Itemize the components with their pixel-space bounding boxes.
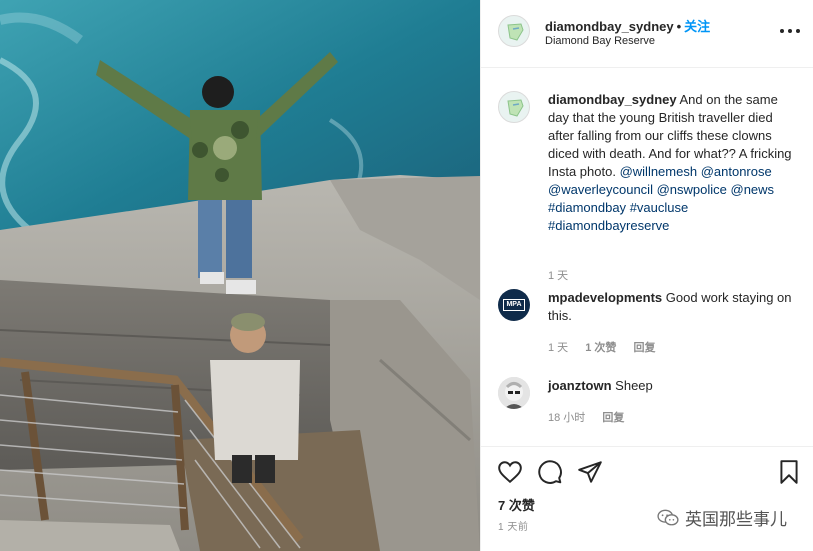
follow-button[interactable]: 关注	[684, 19, 710, 34]
reply-button[interactable]: 回复	[602, 412, 624, 424]
more-dot	[796, 29, 800, 33]
mention-link[interactable]: @news	[731, 182, 775, 197]
comment-time[interactable]: 1 天	[548, 342, 568, 354]
watermark-text: 英国那些事儿	[685, 510, 787, 529]
header-username-row: diamondbay_sydney • 关注	[545, 16, 710, 35]
cliff-photo-image	[0, 0, 480, 551]
likes-count[interactable]: 7 次赞	[498, 495, 535, 514]
paper-plane-icon-svg	[578, 461, 602, 483]
bookmark-icon-svg	[780, 460, 798, 484]
post-actions: 7 次赞 1 天前	[481, 446, 813, 551]
reply-button[interactable]: 回复	[634, 342, 656, 354]
caption-text: diamondbay_sydney And on the same day th…	[548, 91, 798, 235]
diamond-bay-logo-icon	[507, 23, 524, 41]
diamond-bay-logo-icon	[507, 99, 524, 117]
comment-likes[interactable]: 1 次赞	[585, 342, 616, 354]
post-header: diamondbay_sydney • 关注 Diamond Bay Reserve	[481, 0, 813, 68]
comment-icon-svg	[538, 460, 562, 484]
wechat-icon	[657, 509, 679, 525]
header-username[interactable]: diamondbay_sydney	[545, 19, 674, 34]
more-dot	[780, 29, 784, 33]
comment-icon[interactable]	[537, 459, 563, 485]
hashtag-link[interactable]: #diamondbayreserve	[548, 218, 669, 233]
caption-meta: 1 天	[548, 267, 582, 283]
mention-link[interactable]: @nswpolice	[657, 182, 727, 197]
user-photo-icon	[498, 377, 530, 409]
paper-plane-icon[interactable]	[577, 459, 603, 485]
post-time-ago: 1 天前	[498, 522, 529, 533]
more-dots-icon[interactable]	[780, 22, 800, 40]
comments-list: diamondbay_sydney And on the same day th…	[481, 68, 813, 446]
mention-link[interactable]: @willnemesh	[620, 164, 698, 179]
more-dot	[788, 29, 792, 33]
watermark: 英国那些事儿	[657, 505, 787, 530]
comment-username[interactable]: mpadevelopments	[548, 290, 662, 305]
bookmark-icon[interactable]	[776, 459, 802, 485]
hashtag-link[interactable]: #diamondbay	[548, 200, 626, 215]
heart-icon-svg	[498, 461, 522, 484]
profile-avatar[interactable]	[498, 15, 530, 47]
comment-body: Sheep	[615, 378, 653, 393]
hashtag-link[interactable]: #vaucluse	[630, 200, 689, 215]
header-separator: •	[676, 19, 682, 34]
post-location[interactable]: Diamond Bay Reserve	[545, 35, 655, 47]
mention-link[interactable]: @waverleycouncil	[548, 182, 653, 197]
caption-time[interactable]: 1 天	[548, 270, 568, 282]
comment-avatar-mpa[interactable]: MPA	[498, 289, 530, 321]
comment-text: mpadevelopments Good work staying on thi…	[548, 289, 798, 325]
caption-avatar[interactable]	[498, 91, 530, 123]
post-side-panel: diamondbay_sydney • 关注 Diamond Bay Reserve…	[480, 0, 813, 551]
post-photo[interactable]	[0, 0, 480, 551]
comment-meta: 1 天 1 次赞 回复	[548, 339, 670, 355]
comment-avatar-joanztown[interactable]	[498, 377, 530, 409]
caption-username[interactable]: diamondbay_sydney	[548, 92, 677, 107]
comment-meta: 18 小时 回复	[548, 409, 638, 425]
comment-username[interactable]: joanztown	[548, 378, 612, 393]
heart-icon[interactable]	[497, 459, 523, 485]
comment-time[interactable]: 18 小时	[548, 412, 585, 424]
comment-text: joanztown Sheep	[548, 377, 798, 395]
mpa-logo-text: MPA	[503, 299, 525, 311]
mention-link[interactable]: @antonrose	[701, 164, 772, 179]
